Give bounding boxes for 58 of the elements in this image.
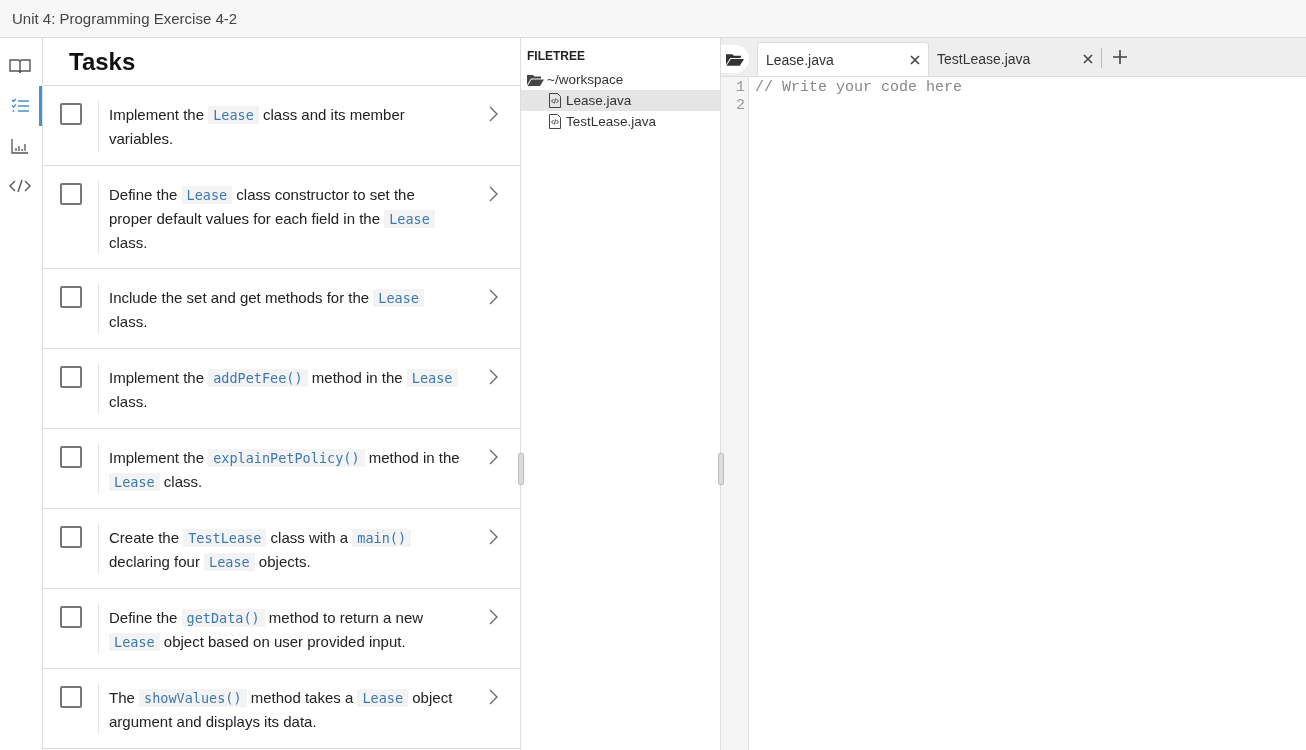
checkbox[interactable] [59,446,82,468]
chevron-right-icon [489,106,498,122]
chevron-right-icon [489,369,498,385]
open-folder-button[interactable] [721,45,749,73]
checkbox[interactable] [59,183,82,205]
chevron-right-icon [489,609,498,625]
checkbox[interactable] [59,686,82,708]
task-row[interactable]: Create the TestLease class with a main() declaring four Lease objects. [43,509,520,589]
code-comment: // Write your code here [755,79,963,96]
file-tab[interactable]: Lease.java [757,42,929,76]
task-text: Define the Lease class constructor to set the proper default values for each field in the Lease class. [109,183,461,254]
book-icon [8,58,31,74]
resize-handle[interactable] [718,453,724,485]
task-text: Implement the addPetFee() method in the Lease class. [109,366,461,413]
task-row[interactable]: Implement the explainPetPolicy() method in the Lease class. [43,429,520,509]
close-icon[interactable] [910,54,920,65]
task-text: Define the getData() method to return a new Lease object based on user provided input. [109,608,425,653]
checkbox[interactable] [59,103,82,125]
task-row[interactable]: Include the set and get methods for the Lease class. [43,269,520,349]
resize-handle[interactable] [518,453,524,485]
task-text: The showValues() method takes a Lease object argument and displays its data. [109,688,454,732]
panel-title: Tasks [69,47,136,76]
checklist-icon [10,98,29,114]
task-row[interactable]: Define the getData() method to return a new Lease object based on user provided input. [43,589,520,669]
checkbox[interactable] [59,366,82,388]
code-file-icon [549,93,561,108]
filetree-title: FILETREE [526,48,586,65]
task-row[interactable]: Implement the Lease class and its member variables. [43,86,520,166]
file-tab[interactable]: TestLease.java [929,42,1101,76]
plus-icon[interactable] [1112,49,1128,65]
close-icon[interactable] [1083,54,1093,64]
task-text: Implement the explainPetPolicy() method in the Lease class. [109,448,461,493]
folder-icon [527,73,544,86]
chevron-right-icon [489,186,498,202]
window-title: Unit 4: Programming Exercise 4-2 [12,10,238,27]
file-item[interactable]: TestLease.java [521,111,720,132]
line-number: 2 [735,97,746,115]
chevron-right-icon [489,449,498,465]
line-number: 1 [735,79,746,97]
folder-icon [726,52,744,66]
code-icon [8,179,31,193]
file-item[interactable]: Lease.java [521,90,720,111]
code-file-icon [549,114,561,129]
checkbox[interactable] [59,526,82,548]
task-row[interactable]: Implement the addPetFee() method in the Lease class. [43,349,520,429]
chevron-right-icon [489,529,498,545]
chevron-right-icon [489,289,498,305]
task-text: Include the set and get methods for the Lease class. [109,286,461,333]
task-row[interactable]: Define the Lease class constructor to set the proper default values for each field in the Lease class. [43,166,520,269]
checkbox[interactable] [59,286,82,308]
code-editor[interactable]: 1 2 // Write your code here [721,77,1306,750]
folder-item[interactable]: ~/workspace [521,69,720,90]
bar-chart-icon [10,138,29,154]
checkbox[interactable] [59,606,82,628]
task-row[interactable]: The showValues() method takes a Lease object argument and displays its data. [43,669,520,749]
task-text: Implement the Lease class and its member variables. [109,105,406,149]
chevron-right-icon [489,689,498,705]
task-text: Create the TestLease class with a main() declaring four Lease objects. [109,526,461,574]
